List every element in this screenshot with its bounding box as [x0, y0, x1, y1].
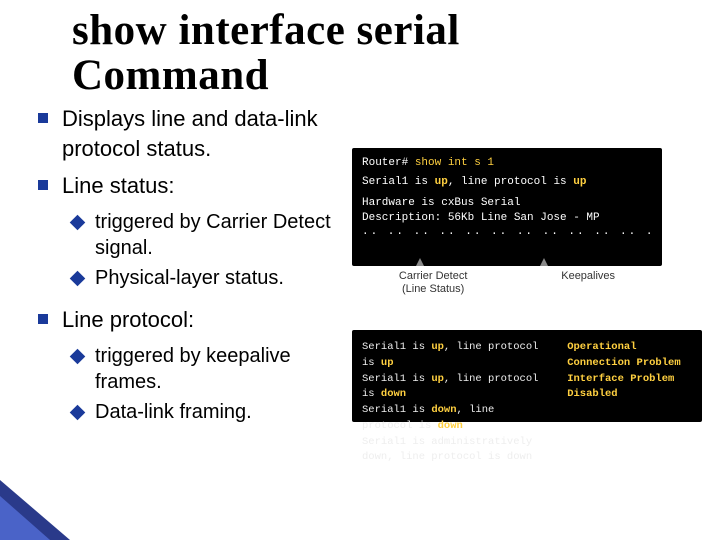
callout-carrier-detect: Carrier Detect (Line Status) [399, 270, 467, 295]
status-lines-column: Serial1 is up, line protocol is up Seria… [362, 340, 549, 412]
callout-keepalives: Keepalives [561, 270, 615, 295]
bullet-2-text: Line status: [62, 171, 175, 201]
meaning-row: Disabled [567, 387, 692, 403]
bullet-2a: triggered by Carrier Detect signal. [72, 209, 338, 261]
meaning-row: Connection Problem [567, 356, 692, 372]
terminal-line-1: Serial1 is up, line protocol is up [362, 175, 652, 190]
bullet-2: Line status: [38, 171, 338, 201]
bullet-3a: triggered by keepalive frames. [72, 343, 338, 395]
status-meaning-column: Operational Connection Problem Interface… [567, 340, 692, 412]
diamond-bullet-icon [70, 348, 86, 364]
terminal-output-1: Router# show int s 1 Serial1 is up, line… [352, 148, 662, 266]
title-line-2: Command [72, 52, 269, 99]
diamond-bullet-icon [70, 271, 86, 287]
slide-title: show interface serial Command [72, 8, 460, 98]
callout-arrow-icon [540, 258, 548, 266]
square-bullet-icon [38, 314, 48, 324]
status-row: Serial1 is up, line protocol is down [362, 372, 549, 404]
bullet-3b: Data-link framing. [72, 399, 338, 425]
status-row: Serial1 is administratively down, line p… [362, 435, 549, 467]
bullet-1: Displays line and data-link protocol sta… [38, 104, 338, 163]
terminal-line-3: Description: 56Kb Line San Jose - MP [362, 211, 652, 226]
status-row: Serial1 is up, line protocol is up [362, 340, 549, 372]
meaning-row: Interface Problem [567, 372, 692, 388]
corner-accent-light [0, 496, 50, 540]
prompt-cmd: show int s 1 [408, 157, 494, 169]
bullet-3: Line protocol: [38, 305, 338, 335]
bullet-2a-text: triggered by Carrier Detect signal. [95, 209, 338, 261]
bullet-1-text: Displays line and data-link protocol sta… [62, 104, 338, 163]
square-bullet-icon [38, 180, 48, 190]
callout-arrow-icon [416, 258, 424, 266]
prompt-host: Router# [362, 157, 408, 169]
terminal-dots: .. .. .. .. .. .. .. .. .. .. .. .. .. .… [362, 225, 652, 240]
terminal-prompt-line: Router# show int s 1 [362, 156, 652, 171]
square-bullet-icon [38, 113, 48, 123]
callout-labels: Carrier Detect (Line Status) Keepalives [352, 270, 662, 295]
bullet-3a-text: triggered by keepalive frames. [95, 343, 338, 395]
diamond-bullet-icon [70, 215, 86, 231]
title-line-1: show interface serial [72, 7, 460, 54]
diamond-bullet-icon [70, 404, 86, 420]
bullet-3b-text: Data-link framing. [95, 399, 252, 425]
status-row: Serial1 is down, line protocol is down [362, 403, 549, 435]
terminal-output-2: Serial1 is up, line protocol is up Seria… [352, 330, 702, 422]
bullet-2b-text: Physical-layer status. [95, 265, 284, 291]
meaning-row: Operational [567, 340, 692, 356]
bullet-content: Displays line and data-link protocol sta… [38, 104, 338, 429]
bullet-3-text: Line protocol: [62, 305, 194, 335]
bullet-2b: Physical-layer status. [72, 265, 338, 291]
terminal-line-2: Hardware is cxBus Serial [362, 196, 652, 211]
